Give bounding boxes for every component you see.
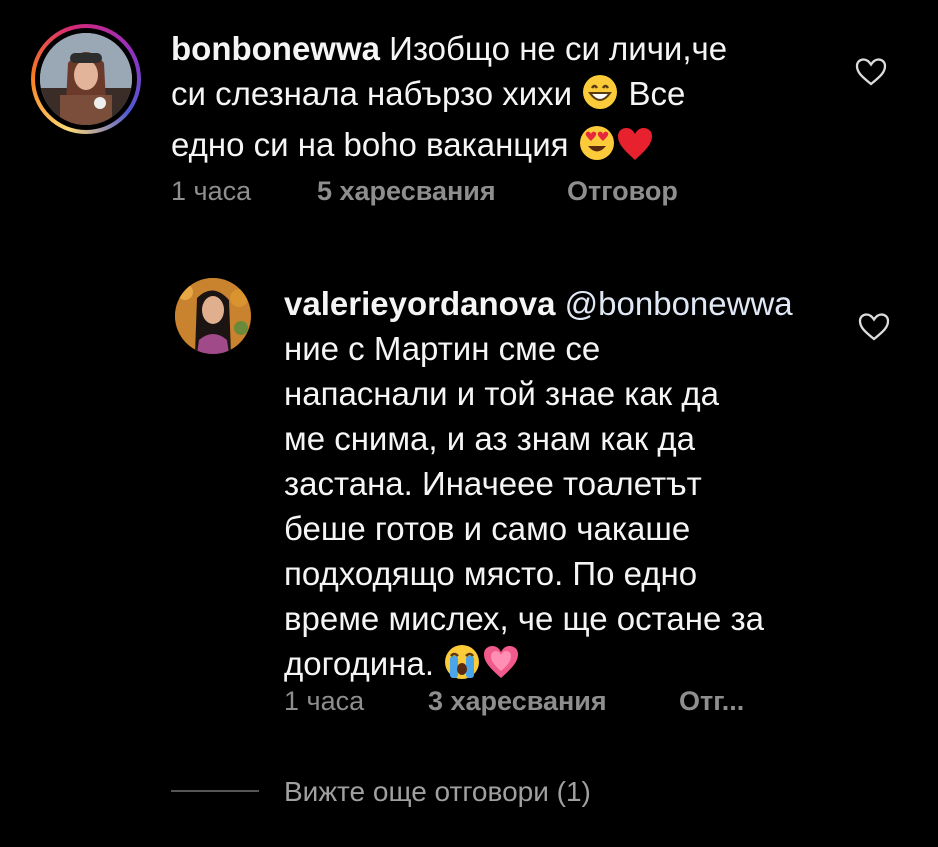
red-heart-emoji-icon <box>616 126 654 173</box>
crying-face-emoji-icon <box>443 643 481 692</box>
comment-text-line: Изобщо не си личи,че <box>380 30 728 67</box>
story-ring-avatar[interactable] <box>31 24 141 134</box>
comment-username[interactable]: bonbonewwa <box>171 30 380 67</box>
comment-text-line: застана. Иначеее тоалетът <box>284 465 702 502</box>
comment-text-line: подходящо място. По едно <box>284 555 698 592</box>
comment-timestamp: 1 часа <box>171 176 252 206</box>
comment-text-line: едно си на boho ваканция <box>171 126 569 163</box>
like-heart-icon[interactable] <box>858 312 890 342</box>
comment-username[interactable]: valerieyordanova <box>284 285 555 322</box>
avatar <box>40 33 132 125</box>
likes-count[interactable]: 5 харесвания <box>317 176 496 207</box>
avatar-image <box>40 33 132 125</box>
reply-button[interactable]: Отговор <box>567 176 678 207</box>
comment-text: bonbonewwa Изобщо не си личи,че си слезн… <box>171 26 791 173</box>
comment-text-line: ме снима, и аз знам как да <box>284 420 695 457</box>
comment-timestamp: 1 часа <box>284 686 365 716</box>
heart-eyes-face-emoji-icon <box>578 124 616 173</box>
divider <box>171 790 259 792</box>
mention-link[interactable]: @bonbonewwa <box>555 285 793 322</box>
comment-text-line: напаснали и той знае как да <box>284 375 719 412</box>
growing-heart-emoji-icon <box>481 643 521 692</box>
comment-text: valerieyordanova @bonbonewwa ние с Марти… <box>284 281 844 692</box>
comment-text-line: си слезнала набързо хихи <box>171 75 573 112</box>
avatar[interactable] <box>175 278 251 354</box>
reply-button[interactable]: Отг... <box>679 686 744 717</box>
like-heart-icon[interactable] <box>855 57 887 87</box>
comment-text-line: беше готов и само чакаше <box>284 510 691 547</box>
likes-count[interactable]: 3 харесвания <box>428 686 607 717</box>
comment-text-line: ние с Мартин сме се <box>284 330 601 367</box>
view-more-replies-button[interactable]: Вижте още отговори (1) <box>284 776 591 808</box>
comment-text-line: време мислех, че ще остане за <box>284 600 764 637</box>
comment-text-line: догодина. <box>284 645 444 682</box>
avatar-image <box>175 278 251 354</box>
comment-text-line: Все <box>619 75 686 112</box>
grinning-face-emoji-icon <box>581 73 619 122</box>
